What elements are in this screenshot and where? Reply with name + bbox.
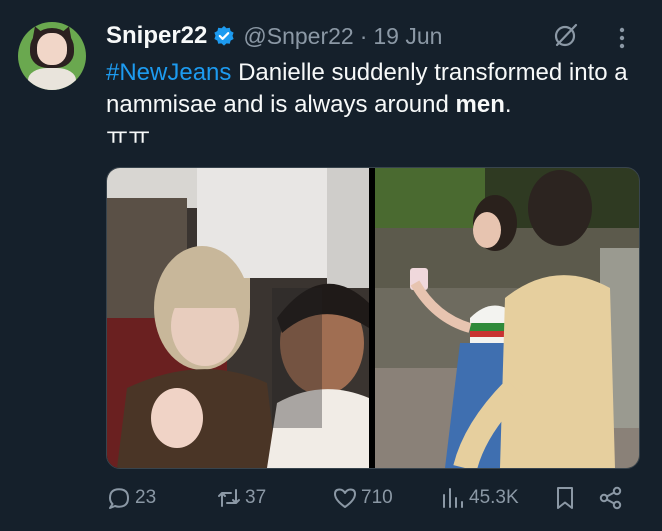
tweet[interactable]: Sniper22 @Snper22 · 19 Jun #NewJeans Dan…	[0, 0, 662, 531]
like-button[interactable]: 710	[332, 482, 393, 514]
author-name[interactable]: Sniper22	[106, 22, 207, 50]
share-icon	[599, 486, 622, 510]
retweet-count: 37	[245, 487, 267, 508]
verified-badge-icon[interactable]	[213, 25, 235, 47]
bookmark-icon	[557, 487, 573, 509]
views-button[interactable]: 45.3K	[440, 482, 519, 514]
like-count: 710	[361, 487, 393, 508]
views-icon	[443, 488, 463, 508]
reply-button[interactable]: 23	[106, 482, 156, 514]
bookmark-button[interactable]	[552, 482, 578, 514]
retweet-button[interactable]: 37	[216, 482, 266, 514]
avatar-face	[37, 33, 67, 65]
photo-left[interactable]	[107, 168, 369, 468]
hashtag-link[interactable]: #NewJeans	[106, 59, 231, 86]
reply-count: 23	[135, 487, 157, 508]
separator: ·	[359, 22, 368, 49]
tweet-header: Sniper22 @Snper22 · 19 Jun	[106, 20, 442, 52]
retweet-icon	[218, 489, 240, 507]
tweet-text-part2: .	[504, 91, 512, 118]
avatar-body	[28, 68, 76, 90]
action-bar: 23 37 710 45.3K	[106, 482, 636, 514]
photo-right[interactable]	[375, 168, 639, 468]
views-count: 45.3K	[469, 487, 519, 508]
media-grid	[106, 167, 640, 469]
heart-icon	[334, 488, 356, 508]
avatar[interactable]	[18, 22, 86, 90]
tweet-date[interactable]: 19 Jun	[373, 23, 442, 50]
grok-icon[interactable]	[553, 22, 579, 48]
share-button[interactable]	[598, 482, 624, 514]
reply-icon	[109, 488, 129, 509]
tweet-text-bold: men	[455, 91, 505, 118]
more-vertical-icon[interactable]	[614, 26, 630, 50]
author-handle[interactable]: @Snper22	[243, 23, 353, 50]
tweet-text: #NewJeans Danielle suddenly transformed …	[106, 57, 646, 153]
tweet-text-line2: ㅠㅠ	[106, 123, 151, 150]
